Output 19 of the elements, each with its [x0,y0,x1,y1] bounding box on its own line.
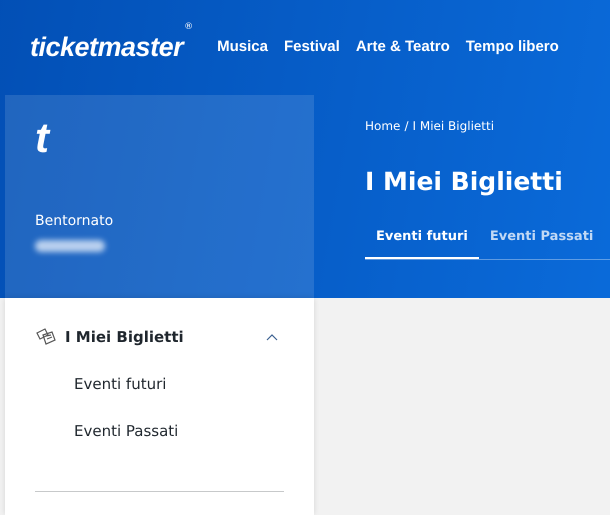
tab[interactable]: Eventi Passati [478,226,604,259]
breadcrumb-link[interactable]: I Miei Biglietti [412,117,494,135]
chevron-up-icon[interactable] [266,333,278,342]
nav-link[interactable]: Festival [284,36,340,59]
logo-wordmark[interactable]: ticketmaster [30,27,184,68]
tab[interactable]: Eventi futuri [365,226,479,259]
submenu-item[interactable]: Eventi futuri [74,372,166,395]
nav-link[interactable]: Tempo libero [466,36,559,59]
registered-mark: ® [184,21,194,34]
greeting-text: Bentornato [35,212,114,231]
breadcrumb-link[interactable]: Home [365,117,400,135]
nav-link[interactable]: Arte & Teatro [356,36,450,59]
page-title: I Miei Biglietti [365,166,564,198]
menu-section[interactable]: I Miei Biglietti [65,326,266,348]
breadcrumb-separator: / [404,118,408,135]
tickets-icon [35,327,57,348]
submenu-item[interactable]: Eventi Passati [74,420,178,442]
nav-link[interactable]: Musica [217,36,268,59]
logo-mark: t [35,117,52,159]
